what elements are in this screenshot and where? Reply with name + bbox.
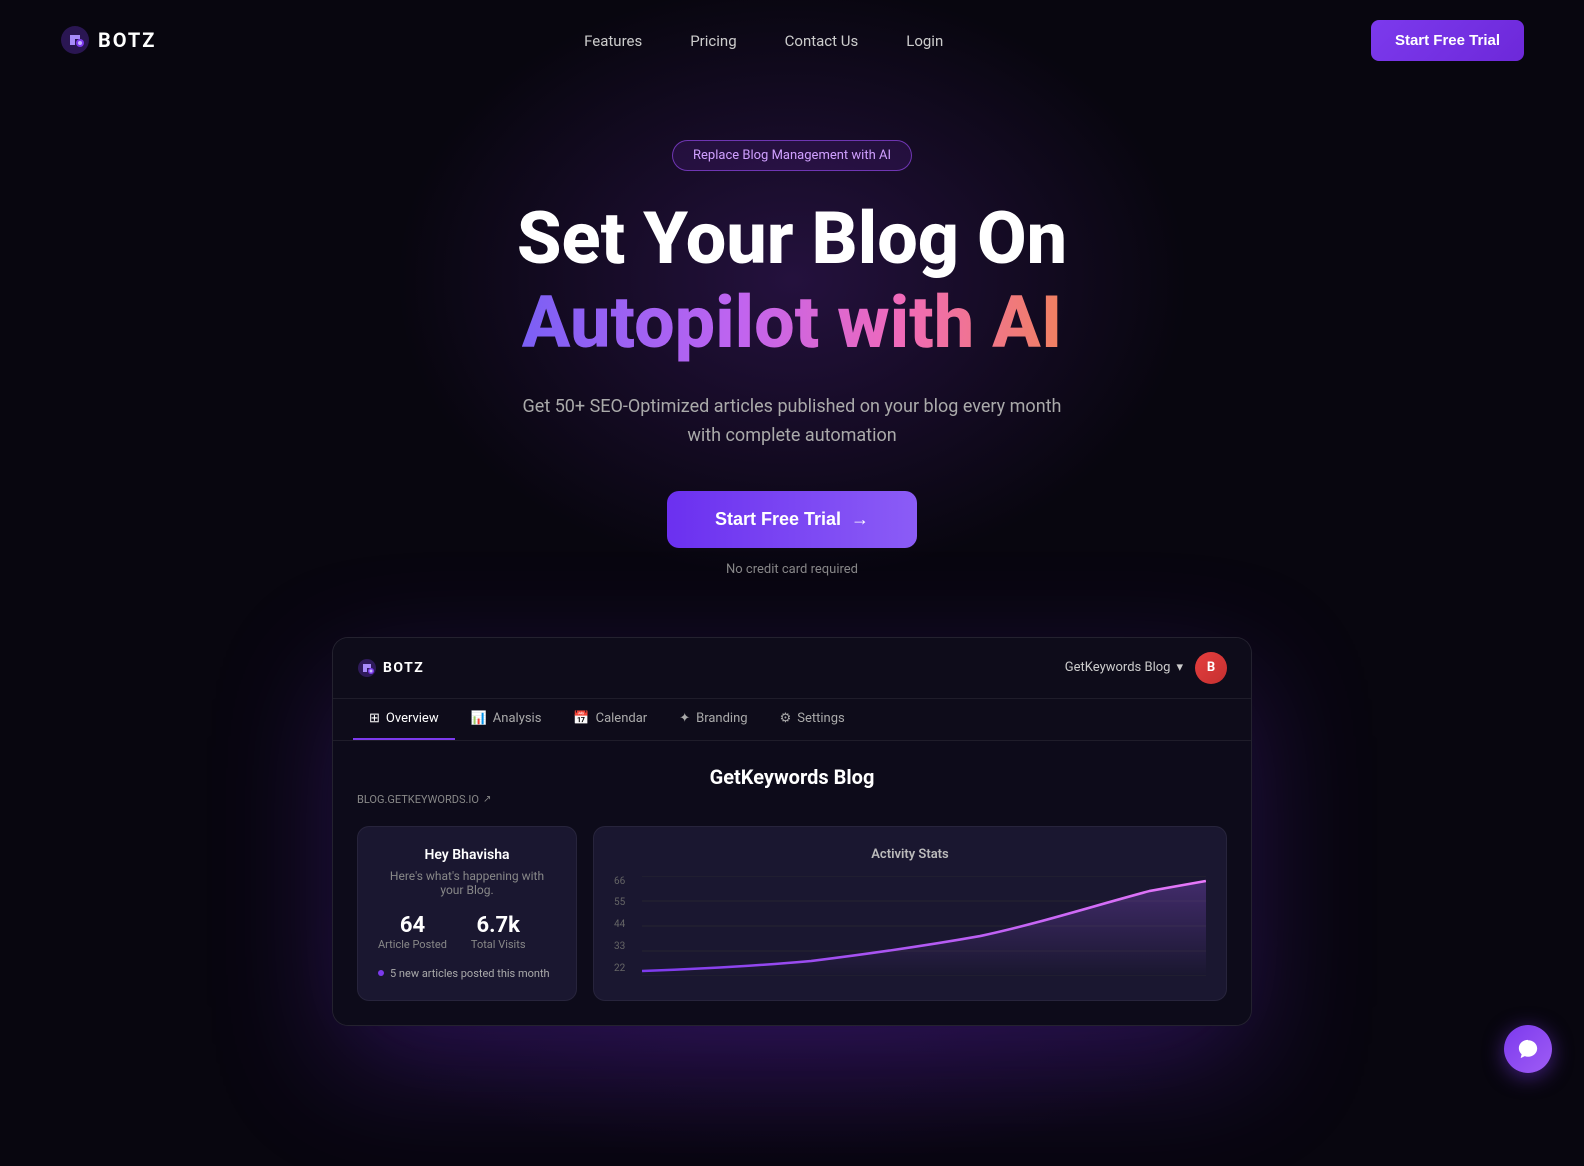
chart-label-33: 33 (614, 941, 625, 952)
stat-articles-label: Article Posted (378, 938, 447, 951)
activity-chart-svg (642, 876, 1206, 976)
activity-title: Activity Stats (614, 847, 1206, 862)
app-blog-url: BLOG.GETKEYWORDS.IO ↗ (357, 793, 1227, 806)
app-content: GetKeywords Blog BLOG.GETKEYWORDS.IO ↗ H… (333, 741, 1251, 1025)
navbar: BOTZ Features Pricing Contact Us Login S… (0, 0, 1584, 80)
stat-articles-val: 64 (378, 913, 447, 938)
tab-settings-label: Settings (797, 711, 844, 726)
nav-links: Features Pricing Contact Us Login (584, 31, 943, 50)
hero-cta-button[interactable]: Start Free Trial → (667, 491, 917, 548)
app-tabs: ⊞ Overview 📊 Analysis 📅 Calendar ✦ Brand… (333, 699, 1251, 741)
hero-title-gradient: Autopilot with AI (522, 282, 1063, 365)
tab-overview[interactable]: ⊞ Overview (353, 699, 455, 740)
chat-bubble-icon (1517, 1038, 1539, 1060)
chart-label-44: 44 (614, 919, 625, 930)
tab-analysis-label: Analysis (493, 711, 542, 726)
app-card-notice: 5 new articles posted this month (378, 967, 556, 980)
app-blog-selector[interactable]: GetKeywords Blog ▾ (1065, 660, 1183, 675)
tab-calendar-label: Calendar (596, 711, 648, 726)
logo[interactable]: BOTZ (60, 25, 156, 55)
notice-dot (378, 970, 384, 976)
chart-label-66: 66 (614, 876, 625, 887)
tab-branding[interactable]: ✦ Branding (663, 699, 763, 740)
stat-visits-label: Total Visits (471, 938, 526, 951)
tab-branding-label: Branding (696, 711, 747, 726)
hero-no-cc: No credit card required (726, 562, 858, 577)
app-blog-url-text: BLOG.GETKEYWORDS.IO (357, 793, 479, 806)
calendar-icon: 📅 (573, 711, 589, 726)
app-brand-name: BOTZ (383, 660, 424, 676)
logo-icon (60, 25, 90, 55)
app-topbar-right: GetKeywords Blog ▾ B (1065, 652, 1227, 684)
stat-articles: 64 Article Posted (378, 913, 447, 951)
chart-label-22: 22 (614, 963, 625, 974)
chat-bubble[interactable] (1504, 1025, 1552, 1073)
welcome-subtext: Here's what's happening with your Blog. (378, 869, 556, 897)
chart-svg-wrap (642, 876, 1206, 976)
tab-calendar[interactable]: 📅 Calendar (557, 699, 663, 740)
nav-cta-button[interactable]: Start Free Trial (1371, 20, 1524, 61)
app-logo: BOTZ (357, 658, 424, 678)
nav-link-features[interactable]: Features (584, 32, 642, 50)
app-blog-title: GetKeywords Blog (357, 765, 1227, 789)
chart-label-55: 55 (614, 897, 625, 908)
stats-row: 64 Article Posted 6.7k Total Visits (378, 913, 556, 951)
app-avatar[interactable]: B (1195, 652, 1227, 684)
nav-link-pricing[interactable]: Pricing (690, 32, 736, 50)
tab-overview-label: Overview (386, 711, 439, 726)
app-topbar: BOTZ GetKeywords Blog ▾ B (333, 638, 1251, 699)
tab-settings[interactable]: ⚙ Settings (764, 699, 861, 740)
hero-cta-arrow: → (851, 509, 869, 530)
welcome-greeting: Hey Bhavisha (378, 847, 556, 863)
nav-link-login[interactable]: Login (906, 32, 943, 50)
nav-link-contact[interactable]: Contact Us (785, 32, 859, 50)
chart-labels-y: 66 55 44 33 22 (614, 876, 625, 976)
external-link-icon: ↗ (483, 794, 491, 805)
hero-badge: Replace Blog Management with AI (672, 140, 912, 171)
app-welcome-card: Hey Bhavisha Here's what's happening wit… (357, 826, 577, 1001)
stat-visits: 6.7k Total Visits (471, 913, 526, 951)
app-logo-icon (357, 658, 377, 678)
app-preview: BOTZ GetKeywords Blog ▾ B ⊞ Overview 📊 A… (332, 637, 1252, 1026)
notice-text: 5 new articles posted this month (390, 967, 550, 980)
star-icon: ✦ (679, 711, 690, 726)
gear-icon: ⚙ (780, 711, 792, 726)
app-cards-row: Hey Bhavisha Here's what's happening wit… (357, 826, 1227, 1001)
chart-area: 66 55 44 33 22 (614, 876, 1206, 976)
tab-analysis[interactable]: 📊 Analysis (455, 699, 558, 740)
hero-cta-label: Start Free Trial (715, 509, 841, 530)
app-activity-card: Activity Stats 66 55 44 33 22 (593, 826, 1227, 1001)
bar-chart-icon: 📊 (471, 711, 487, 726)
hero-section: Replace Blog Management with AI Set Your… (0, 80, 1584, 1066)
chevron-down-icon: ▾ (1176, 660, 1183, 675)
grid-icon: ⊞ (369, 711, 380, 726)
app-blog-selector-label: GetKeywords Blog (1065, 660, 1171, 675)
brand-name: BOTZ (98, 28, 156, 52)
hero-title-white: Set Your Blog On (517, 199, 1067, 278)
stat-visits-val: 6.7k (471, 913, 526, 938)
hero-subtitle: Get 50+ SEO-Optimized articles published… (512, 393, 1072, 451)
